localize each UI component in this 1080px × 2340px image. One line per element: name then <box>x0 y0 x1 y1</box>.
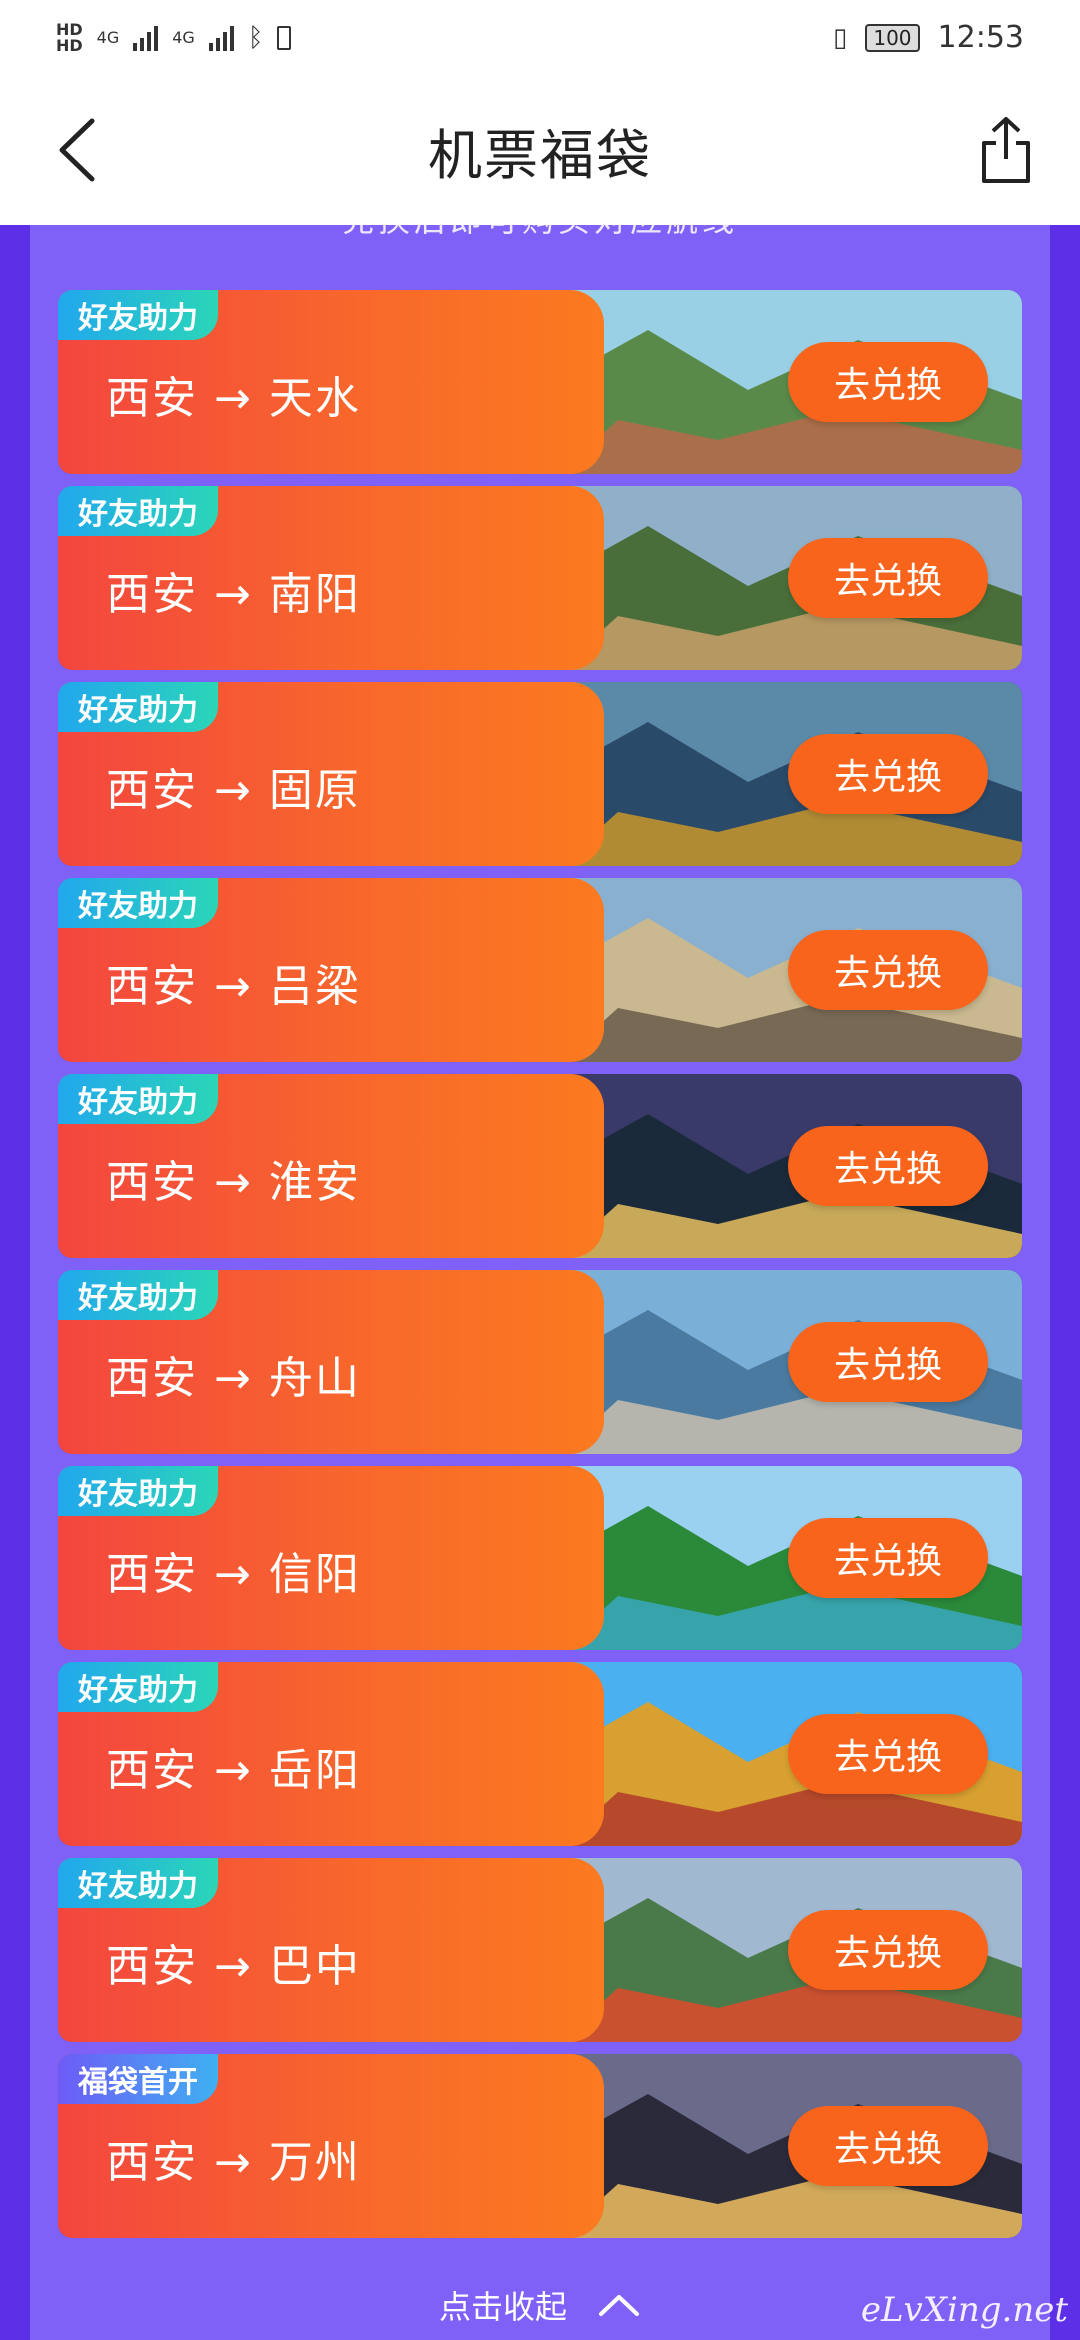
share-icon <box>982 117 1030 183</box>
voucher-card[interactable]: 福袋首开西安 → 万州 去兑换 <box>58 2054 1022 2238</box>
voucher-tag: 好友助力 <box>58 1270 218 1320</box>
watermark: eLvXing.net <box>860 2290 1068 2330</box>
voucher-card[interactable]: 好友助力西安 → 信阳 去兑换 <box>58 1466 1022 1650</box>
voucher-card[interactable]: 好友助力西安 → 舟山 去兑换 <box>58 1270 1022 1454</box>
redeem-button[interactable]: 去兑换 <box>788 1714 988 1794</box>
redeem-button[interactable]: 去兑换 <box>788 1126 988 1206</box>
net2-label: 4G <box>172 28 195 47</box>
voucher-tag: 好友助力 <box>58 1466 218 1516</box>
route-label: 西安 → 岳阳 <box>106 1745 361 1796</box>
chevron-left-icon <box>59 118 95 182</box>
battery-icon: 100 <box>865 23 920 52</box>
hd-indicator: HD HD <box>56 21 83 55</box>
voucher-card[interactable]: 好友助力西安 → 固原 去兑换 <box>58 682 1022 866</box>
redeem-button[interactable]: 去兑换 <box>788 1322 988 1402</box>
route-label: 西安 → 舟山 <box>106 1353 361 1404</box>
voucher-tag: 好友助力 <box>58 1662 218 1712</box>
net1-label: 4G <box>96 28 120 47</box>
route-label: 西安 → 固原 <box>106 765 361 816</box>
route-label: 西安 → 淮安 <box>106 1157 361 1208</box>
voucher-tag: 好友助力 <box>58 1074 218 1124</box>
partial-instruction-text: 兑换后即可购买对应航线 <box>341 201 738 239</box>
redeem-button[interactable]: 去兑换 <box>788 930 988 1010</box>
chevron-up-icon <box>599 2295 639 2316</box>
route-label: 西安 → 万州 <box>106 2137 361 2188</box>
voucher-tag: 福袋首开 <box>58 2054 218 2104</box>
redeem-button[interactable]: 去兑换 <box>788 1518 988 1598</box>
route-label: 西安 → 天水 <box>106 373 361 424</box>
status-right: ▯ 100 12:53 <box>833 20 1024 55</box>
signal-icon <box>133 25 159 51</box>
voucher-card[interactable]: 好友助力西安 → 岳阳 去兑换 <box>58 1662 1022 1846</box>
share-button[interactable] <box>976 115 1036 187</box>
status-left: HD HD 4G 4G ᛒ <box>56 21 292 55</box>
voucher-tag: 好友助力 <box>58 878 218 928</box>
redeem-button[interactable]: 去兑换 <box>788 1910 988 1990</box>
voucher-tag: 好友助力 <box>58 290 218 340</box>
redeem-button[interactable]: 去兑换 <box>788 734 988 814</box>
redeem-button[interactable]: 去兑换 <box>788 342 988 422</box>
voucher-card[interactable]: 好友助力西安 → 淮安 去兑换 <box>58 1074 1022 1258</box>
page-title: 机票福袋 <box>428 123 652 187</box>
clock: 12:53 <box>937 20 1024 55</box>
route-label: 西安 → 信阳 <box>106 1549 361 1600</box>
status-bar: HD HD 4G 4G ᛒ ▯ 100 12:53 <box>0 0 1080 75</box>
route-label: 西安 → 南阳 <box>106 569 361 620</box>
redeem-button[interactable]: 去兑换 <box>788 538 988 618</box>
route-label: 西安 → 巴中 <box>106 1941 361 1992</box>
voucher-tag: 好友助力 <box>58 682 218 732</box>
voucher-tag: 好友助力 <box>58 1858 218 1908</box>
signal-icon <box>208 25 234 51</box>
route-label: 西安 → 吕梁 <box>106 961 361 1012</box>
collapse-label: 点击收起 <box>438 2288 567 2326</box>
voucher-card[interactable]: 好友助力西安 → 天水 去兑换 <box>58 290 1022 474</box>
voucher-card[interactable]: 好友助力西安 → 南阳 去兑换 <box>58 486 1022 670</box>
hd2-label: HD <box>56 35 83 55</box>
voucher-card[interactable]: 好友助力西安 → 巴中 去兑换 <box>58 1858 1022 2042</box>
vibrate-icon: ▯ <box>833 22 848 53</box>
voucher-card[interactable]: 好友助力西安 → 吕梁 去兑换 <box>58 878 1022 1062</box>
redeem-button[interactable]: 去兑换 <box>788 2106 988 2186</box>
battery-small-icon <box>277 25 292 50</box>
bluetooth-icon: ᛒ <box>247 22 264 53</box>
voucher-tag: 好友助力 <box>58 486 218 536</box>
back-button[interactable] <box>50 115 110 185</box>
